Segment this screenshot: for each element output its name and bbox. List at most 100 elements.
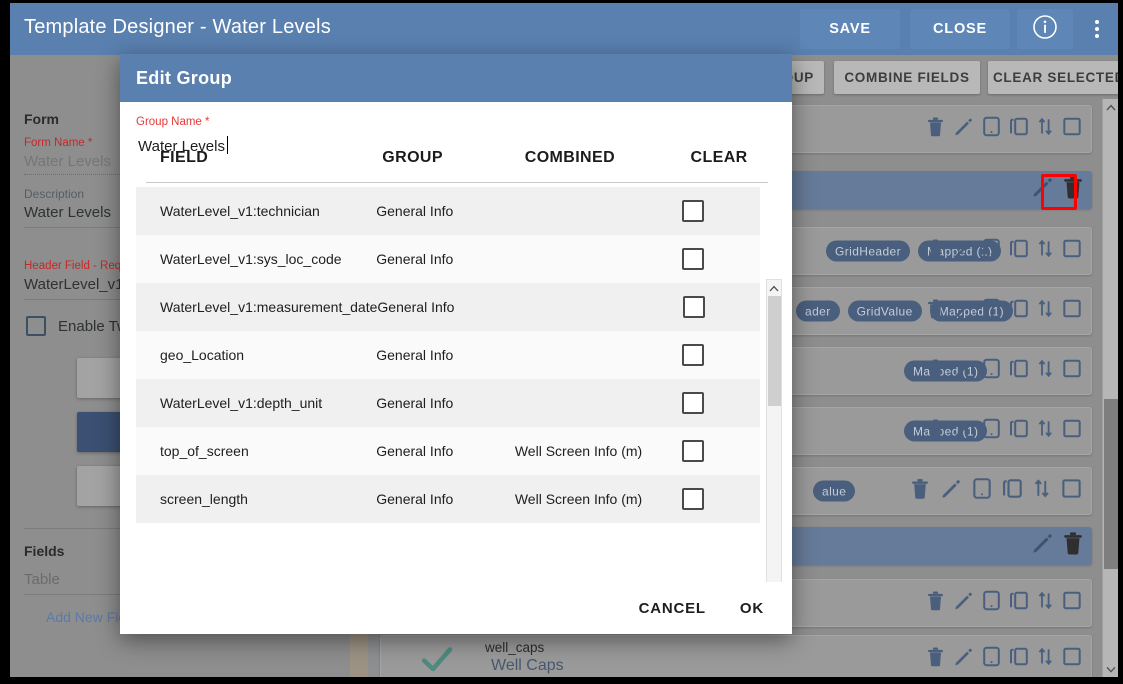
cell-field: WaterLevel_v1:measurement_date bbox=[160, 299, 378, 315]
table-header-row: FIELD GROUP COMBINED CLEAR bbox=[136, 134, 776, 182]
save-button[interactable]: SAVE bbox=[800, 9, 900, 49]
delete-icon[interactable] bbox=[911, 478, 929, 504]
cell-field: geo_Location bbox=[160, 347, 245, 363]
clear-selected-button[interactable]: CLEAR SELECTED bbox=[988, 61, 1118, 94]
column-header-field: FIELD bbox=[160, 149, 209, 166]
duplicate-icon[interactable] bbox=[1003, 478, 1022, 504]
edit-icon[interactable] bbox=[1032, 533, 1053, 559]
mobile-icon[interactable] bbox=[983, 116, 1000, 142]
combine-fields-button[interactable]: COMBINE FIELDS bbox=[834, 61, 980, 94]
edit-icon[interactable] bbox=[954, 299, 973, 323]
reorder-icon[interactable] bbox=[1038, 299, 1053, 324]
edit-icon[interactable] bbox=[954, 117, 973, 141]
duplicate-icon[interactable] bbox=[1010, 647, 1028, 672]
delete-icon[interactable] bbox=[1063, 532, 1083, 560]
duplicate-icon[interactable] bbox=[1010, 239, 1028, 264]
wellcaps-name: well_caps bbox=[485, 640, 545, 655]
select-icon[interactable] bbox=[1063, 239, 1081, 263]
delete-icon[interactable] bbox=[927, 117, 944, 141]
delete-icon[interactable] bbox=[927, 299, 944, 323]
edit-icon[interactable] bbox=[954, 647, 973, 671]
edit-icon[interactable] bbox=[941, 479, 961, 504]
reorder-icon[interactable] bbox=[1034, 478, 1050, 504]
cell-field: top_of_screen bbox=[160, 443, 249, 459]
reorder-icon[interactable] bbox=[1038, 647, 1053, 672]
clear-checkbox[interactable] bbox=[682, 488, 705, 510]
clear-checkbox[interactable] bbox=[682, 200, 705, 222]
mobile-icon[interactable] bbox=[983, 590, 1000, 616]
cell-group: General Info bbox=[376, 203, 454, 219]
cell-clear bbox=[666, 440, 760, 462]
clear-checkbox[interactable] bbox=[682, 296, 705, 318]
table-row[interactable]: WaterLevel_v1:measurement_date General I… bbox=[136, 283, 760, 331]
cancel-button[interactable]: CANCEL bbox=[639, 600, 706, 617]
table-row[interactable]: WaterLevel_v1:sys_loc_code General Info bbox=[136, 235, 760, 283]
table-row[interactable]: top_of_screen General Info Well Screen I… bbox=[136, 427, 760, 475]
select-icon[interactable] bbox=[1063, 117, 1081, 141]
scroll-down-icon[interactable] bbox=[1103, 661, 1118, 677]
mobile-icon[interactable] bbox=[973, 478, 991, 504]
cell-group: General Info bbox=[376, 347, 454, 363]
ok-button[interactable]: OK bbox=[740, 600, 764, 617]
clear-checkbox[interactable] bbox=[682, 344, 705, 366]
badge-gridheader: GridHeader bbox=[826, 240, 911, 262]
select-icon[interactable] bbox=[1062, 479, 1081, 503]
scroll-up-icon[interactable] bbox=[1103, 99, 1118, 115]
column-header-combined: COMBINED bbox=[524, 149, 616, 166]
page-scrollbar[interactable] bbox=[1102, 99, 1118, 677]
select-icon[interactable] bbox=[1063, 647, 1081, 671]
wellcaps-label: Well Caps bbox=[491, 657, 564, 674]
cell-clear bbox=[666, 488, 760, 510]
edit-icon[interactable] bbox=[954, 591, 973, 615]
chevron-up-icon[interactable] bbox=[767, 281, 781, 296]
mobile-icon[interactable] bbox=[983, 418, 1000, 444]
select-icon[interactable] bbox=[1063, 299, 1081, 323]
info-button[interactable] bbox=[1017, 9, 1073, 49]
select-icon[interactable] bbox=[1063, 359, 1081, 383]
duplicate-icon[interactable] bbox=[1010, 591, 1028, 616]
delete-icon[interactable] bbox=[927, 647, 944, 671]
reorder-icon[interactable] bbox=[1038, 117, 1053, 142]
mobile-icon[interactable] bbox=[983, 358, 1000, 384]
fields-table-scroll[interactable]: WaterLevel_v1:technician General Info Wa… bbox=[136, 187, 776, 585]
table-row[interactable]: geo_Location General Info bbox=[136, 331, 760, 379]
cell-group: General Info bbox=[376, 395, 454, 411]
cell-field: screen_length bbox=[160, 491, 248, 507]
mobile-icon[interactable] bbox=[983, 298, 1000, 324]
select-icon[interactable] bbox=[1063, 591, 1081, 615]
delete-icon[interactable] bbox=[927, 239, 944, 263]
close-button[interactable]: CLOSE bbox=[910, 9, 1010, 49]
reorder-icon[interactable] bbox=[1038, 419, 1053, 444]
reorder-icon[interactable] bbox=[1038, 591, 1053, 616]
reorder-icon[interactable] bbox=[1038, 359, 1053, 384]
edit-icon[interactable] bbox=[954, 239, 973, 263]
enable-two-checkbox[interactable] bbox=[26, 316, 46, 336]
duplicate-icon[interactable] bbox=[1010, 299, 1028, 324]
row-action-icons bbox=[927, 116, 1081, 142]
delete-icon[interactable] bbox=[927, 591, 944, 615]
dialog-scrollbar[interactable] bbox=[766, 279, 782, 629]
select-icon[interactable] bbox=[1063, 419, 1081, 443]
duplicate-icon[interactable] bbox=[1010, 359, 1028, 384]
clear-checkbox[interactable] bbox=[682, 392, 705, 414]
scrollbar-thumb[interactable] bbox=[1104, 399, 1118, 569]
mobile-icon[interactable] bbox=[983, 238, 1000, 264]
duplicate-icon[interactable] bbox=[1010, 419, 1028, 444]
dialog-scrollbar-thumb[interactable] bbox=[768, 296, 781, 406]
duplicate-icon[interactable] bbox=[1010, 117, 1028, 142]
cell-clear bbox=[666, 200, 760, 222]
edit-icon[interactable] bbox=[954, 359, 973, 383]
edit-icon[interactable] bbox=[954, 419, 973, 443]
reorder-icon[interactable] bbox=[1038, 239, 1053, 264]
table-row[interactable]: well_caps Well Caps bbox=[380, 635, 1092, 677]
table-row[interactable]: WaterLevel_v1:depth_unit General Info bbox=[136, 379, 760, 427]
table-row[interactable]: screen_length General Info Well Screen I… bbox=[136, 475, 760, 523]
clear-checkbox[interactable] bbox=[682, 440, 705, 462]
mobile-icon[interactable] bbox=[983, 646, 1000, 672]
delete-icon[interactable] bbox=[927, 419, 944, 443]
clear-checkbox[interactable] bbox=[682, 248, 705, 270]
delete-icon[interactable] bbox=[927, 359, 944, 383]
badge-gridheader-partial: ader bbox=[796, 300, 840, 322]
more-vertical-icon[interactable] bbox=[1083, 9, 1111, 49]
table-row[interactable]: WaterLevel_v1:technician General Info bbox=[136, 187, 760, 235]
